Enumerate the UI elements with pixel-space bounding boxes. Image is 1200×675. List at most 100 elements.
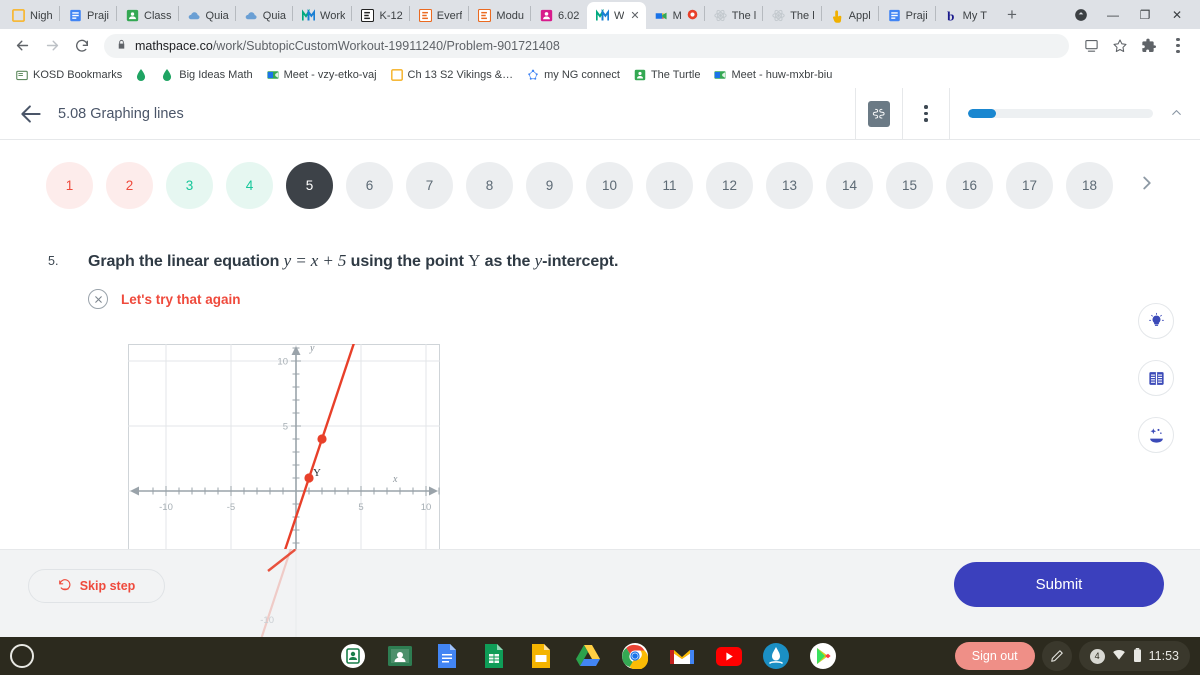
browser-tab-7[interactable]: K-12: [352, 2, 408, 29]
bookmarks-bar: KOSD Bookmarks Big Ideas Math Meet - vzy-e…: [0, 62, 1200, 88]
step-button-18[interactable]: 18: [1066, 162, 1113, 209]
classroom-icon[interactable]: [385, 641, 415, 671]
close-window-button[interactable]: ✕: [1162, 0, 1192, 29]
sign-out-button[interactable]: Sign out: [954, 642, 1035, 670]
step-button-10[interactable]: 10: [586, 162, 633, 209]
browser-tab-6[interactable]: Work: [293, 2, 351, 29]
browser-tab-16[interactable]: Praji: [879, 2, 935, 29]
browser-tab-11[interactable]: W ✕: [586, 2, 646, 29]
step-button-7[interactable]: 7: [406, 162, 453, 209]
browser-tab-14[interactable]: The l: [763, 2, 820, 29]
bookmark-item-5[interactable]: Ch 13 S2 Vikings &…: [385, 66, 520, 84]
step-button-5[interactable]: 5: [286, 162, 333, 209]
chrome-menu-icon[interactable]: [1164, 32, 1192, 60]
step-button-14[interactable]: 14: [826, 162, 873, 209]
svg-text:10: 10: [277, 357, 288, 368]
step-button-12[interactable]: 12: [706, 162, 753, 209]
circle-x-icon: [88, 289, 108, 309]
browser-tab-3[interactable]: Class: [117, 2, 178, 29]
back-button[interactable]: [8, 32, 36, 60]
step-button-4[interactable]: 4: [226, 162, 273, 209]
step-button-13[interactable]: 13: [766, 162, 813, 209]
stylus-icon: [1050, 650, 1063, 662]
hint-button[interactable]: [1138, 303, 1174, 339]
blue-app-icon[interactable]: [761, 641, 791, 671]
bookmark-item-7[interactable]: The Turtle: [628, 66, 707, 84]
bookmark-item-6[interactable]: my NG connect: [521, 66, 626, 84]
slides-icon[interactable]: [526, 641, 556, 671]
kebab-menu-button[interactable]: [903, 88, 949, 140]
notification-badge: 4: [1089, 648, 1105, 664]
browser-tab-5[interactable]: Quia: [236, 2, 292, 29]
browser-tab-13[interactable]: The l: [705, 2, 762, 29]
contacts-icon[interactable]: [338, 641, 368, 671]
submit-button[interactable]: Submit: [954, 562, 1164, 607]
stylus-button[interactable]: [1041, 641, 1072, 671]
browser-tab-10[interactable]: 6.02: [531, 2, 587, 29]
forward-button[interactable]: [38, 32, 66, 60]
bookmark-icon: [16, 69, 28, 81]
browser-tab-8[interactable]: Everf: [410, 2, 469, 29]
chevron-up-icon[interactable]: [1169, 105, 1184, 123]
undo-icon: [58, 578, 72, 595]
browser-tab-9[interactable]: Modu: [469, 2, 530, 29]
svg-text:5: 5: [283, 422, 288, 433]
step-button-15[interactable]: 15: [886, 162, 933, 209]
step-button-3[interactable]: 3: [166, 162, 213, 209]
page-title: 5.08 Graphing lines: [58, 105, 184, 122]
tab-favicon: [714, 9, 727, 22]
drive-icon[interactable]: [573, 641, 603, 671]
lesson-header-tools: [855, 88, 1200, 140]
bookmark-item-4[interactable]: Meet - vzy-etko-vaj: [261, 66, 383, 84]
back-to-lesson-button[interactable]: [18, 101, 44, 127]
textbook-button[interactable]: [1138, 360, 1174, 396]
scribble-button[interactable]: [856, 88, 902, 140]
bookmark-item-2[interactable]: [130, 66, 154, 84]
tab-close-button[interactable]: ✕: [630, 9, 639, 22]
browser-tab-1[interactable]: Nigh: [3, 2, 59, 29]
system-tray[interactable]: 4 11:53: [1078, 641, 1190, 671]
step-button-8[interactable]: 8: [466, 162, 513, 209]
minimize-button[interactable]: —: [1098, 0, 1128, 29]
gmail-icon[interactable]: [667, 641, 697, 671]
skip-step-button[interactable]: Skip step: [28, 569, 165, 603]
browser-tab-2[interactable]: Praji: [60, 2, 116, 29]
browser-tab-15[interactable]: Appl: [822, 2, 878, 29]
browser-tab-17[interactable]: b My T: [936, 2, 993, 29]
youtube-icon[interactable]: [714, 641, 744, 671]
docs-icon[interactable]: [432, 641, 462, 671]
step-button-1[interactable]: 1: [46, 162, 93, 209]
browser-tab-4[interactable]: Quia: [179, 2, 235, 29]
sheets-icon[interactable]: [479, 641, 509, 671]
lock-icon: [116, 39, 127, 53]
new-tab-button[interactable]: +: [999, 2, 1025, 28]
bookmark-item-1[interactable]: KOSD Bookmarks: [10, 66, 128, 84]
extensions-icon[interactable]: [1135, 32, 1163, 60]
profile-icon[interactable]: [1066, 0, 1096, 29]
question-axis-label: y: [534, 251, 543, 270]
bookmark-item-3[interactable]: Big Ideas Math: [156, 66, 258, 84]
step-button-2[interactable]: 2: [106, 162, 153, 209]
star-icon[interactable]: [1106, 32, 1134, 60]
cast-icon[interactable]: [1077, 32, 1105, 60]
svg-text:y: y: [309, 344, 315, 354]
play-store-icon[interactable]: [808, 641, 838, 671]
address-bar[interactable]: mathspace.co/work/SubtopicCustomWorkout-…: [104, 33, 1069, 58]
step-button-6[interactable]: 6: [346, 162, 393, 209]
chrome-icon[interactable]: [620, 641, 650, 671]
step-button-11[interactable]: 11: [646, 162, 693, 209]
lightbulb-icon: [1148, 312, 1164, 326]
step-button-16[interactable]: 16: [946, 162, 993, 209]
mathspace-page: 5.08 Graphing lines 1 2 3 4 5 6 7 8 9 10…: [0, 88, 1200, 637]
browser-tab-12[interactable]: M: [646, 2, 704, 29]
next-steps-button[interactable]: [1136, 172, 1158, 200]
step-button-17[interactable]: 17: [1006, 162, 1053, 209]
launcher-icon[interactable]: [10, 644, 34, 668]
question-row: 5. Graph the linear equation y = x + 5 u…: [0, 209, 1200, 271]
reload-button[interactable]: [68, 32, 96, 60]
step-button-9[interactable]: 9: [526, 162, 573, 209]
svg-text:Y: Y: [313, 467, 321, 479]
maximize-button[interactable]: ❐: [1130, 0, 1160, 29]
magic-button[interactable]: [1138, 417, 1174, 453]
bookmark-item-8[interactable]: Meet - huw-mxbr-biu: [708, 66, 838, 84]
